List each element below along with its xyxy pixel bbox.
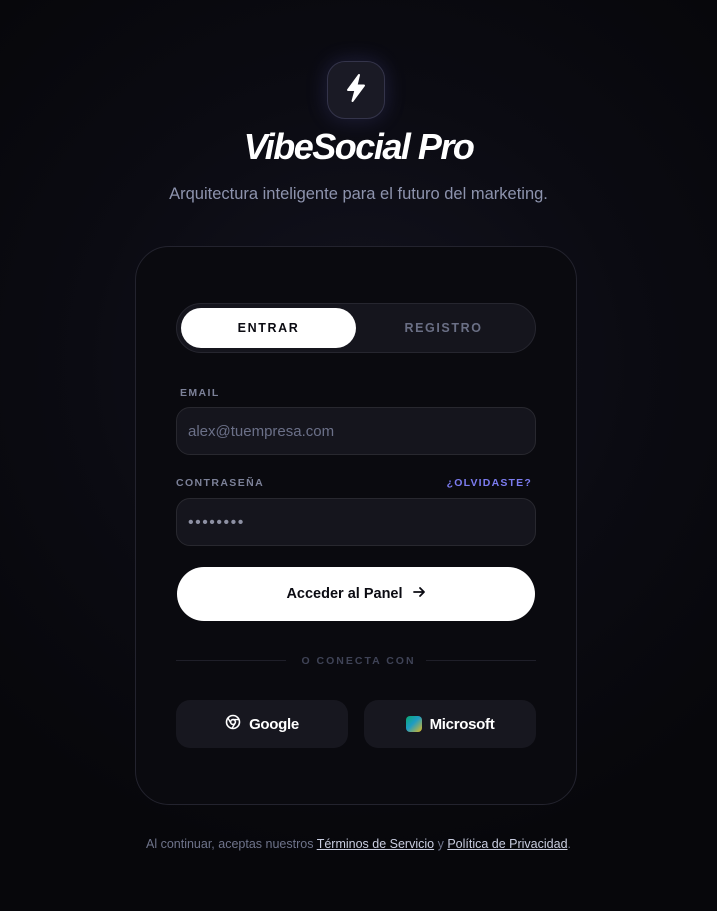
submit-label: Acceder al Panel: [286, 586, 403, 602]
chrome-icon: [225, 714, 241, 734]
privacy-link[interactable]: Política de Privacidad: [447, 837, 567, 851]
lightning-bolt-icon: [342, 73, 370, 108]
google-label: Google: [249, 715, 299, 733]
forgot-password-link[interactable]: ¿OLVIDASTE?: [447, 477, 532, 489]
terms-link[interactable]: Términos de Servicio: [317, 837, 434, 851]
microsoft-icon: [405, 716, 422, 732]
submit-button[interactable]: Acceder al Panel: [177, 567, 535, 621]
footer-prefix: Al continuar, aceptas nuestros: [145, 837, 317, 851]
tab-register[interactable]: REGISTRO: [356, 308, 531, 348]
microsoft-button[interactable]: Microsoft: [364, 700, 536, 748]
divider-text: O CONECTA CON: [301, 655, 416, 667]
brand-title: VibeSocial Pro: [243, 126, 475, 167]
email-label: EMAIL: [180, 387, 220, 399]
footer-legal: Al continuar, aceptas nuestros Términos …: [0, 837, 717, 851]
arrow-right-icon: [412, 586, 426, 602]
email-field[interactable]: [176, 407, 536, 455]
tab-login[interactable]: ENTRAR: [181, 308, 356, 348]
password-label: CONTRASEÑA: [176, 477, 265, 489]
tagline: Arquitectura inteligente para el futuro …: [169, 185, 548, 203]
footer-conjunction: y: [434, 837, 448, 851]
footer-suffix: .: [567, 837, 571, 851]
auth-tabs: ENTRAR REGISTRO: [176, 303, 536, 353]
password-field[interactable]: [176, 498, 536, 546]
logo-box: [327, 61, 385, 119]
microsoft-label: Microsoft: [429, 715, 495, 733]
google-button[interactable]: Google: [176, 700, 348, 748]
